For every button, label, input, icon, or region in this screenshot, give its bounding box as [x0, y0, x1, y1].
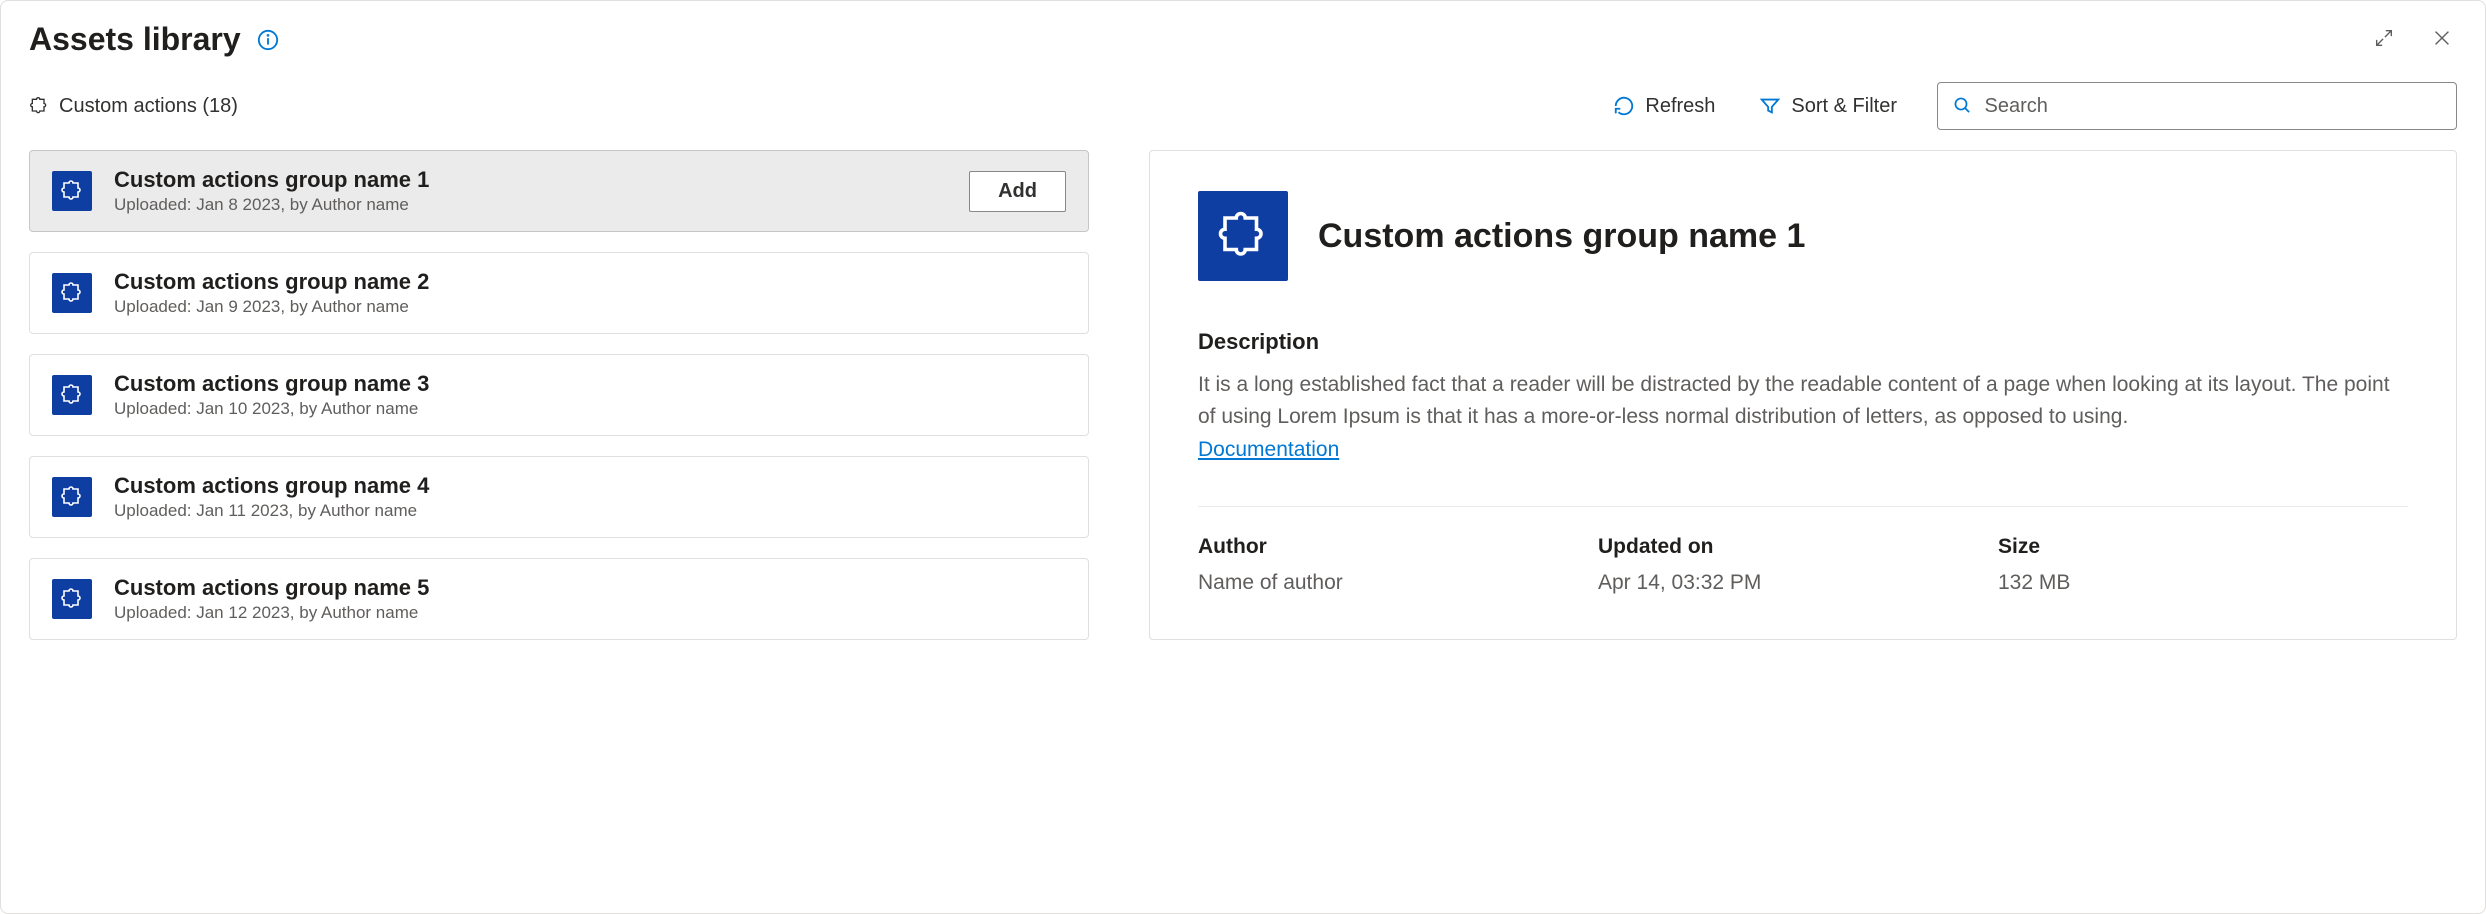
list-item-title: Custom actions group name 3: [114, 371, 1066, 397]
expand-button[interactable]: [2369, 23, 2399, 56]
list-item-title: Custom actions group name 4: [114, 473, 1066, 499]
detail-panel: Custom actions group name 1 Description …: [1149, 150, 2457, 640]
list-item[interactable]: Custom actions group name 2Uploaded: Jan…: [29, 252, 1089, 334]
search-icon: [1952, 95, 1973, 117]
divider: [1198, 506, 2408, 507]
list-item-title: Custom actions group name 1: [114, 167, 947, 193]
detail-title: Custom actions group name 1: [1318, 217, 1805, 256]
tab-custom-actions[interactable]: Custom actions (18): [59, 95, 238, 118]
list-item[interactable]: Custom actions group name 5Uploaded: Jan…: [29, 558, 1089, 640]
documentation-link[interactable]: Documentation: [1198, 438, 1339, 461]
list-item-subtitle: Uploaded: Jan 9 2023, by Author name: [114, 297, 1066, 317]
close-icon: [2431, 27, 2453, 52]
updated-label: Updated on: [1598, 535, 1998, 559]
list-item-subtitle: Uploaded: Jan 8 2023, by Author name: [114, 195, 947, 215]
search-box[interactable]: [1937, 82, 2457, 130]
list-item-subtitle: Uploaded: Jan 11 2023, by Author name: [114, 501, 1066, 521]
puzzle-icon: [52, 375, 92, 415]
list-item-title: Custom actions group name 5: [114, 575, 1066, 601]
sort-filter-button[interactable]: Sort & Filter: [1755, 89, 1901, 124]
puzzle-icon: [29, 96, 49, 116]
info-icon[interactable]: [257, 29, 279, 51]
puzzle-icon: [1198, 191, 1288, 281]
author-value: Name of author: [1198, 571, 1598, 595]
size-label: Size: [1998, 535, 2398, 559]
puzzle-icon: [52, 273, 92, 313]
refresh-label: Refresh: [1645, 95, 1715, 118]
add-button[interactable]: Add: [969, 171, 1066, 212]
size-value: 132 MB: [1998, 571, 2398, 595]
list-item-subtitle: Uploaded: Jan 12 2023, by Author name: [114, 603, 1066, 623]
sort-filter-label: Sort & Filter: [1791, 95, 1897, 118]
updated-value: Apr 14, 03:32 PM: [1598, 571, 1998, 595]
page-title: Assets library: [29, 21, 241, 58]
description-heading: Description: [1198, 329, 2408, 355]
filter-icon: [1759, 95, 1781, 117]
list-item[interactable]: Custom actions group name 1Uploaded: Jan…: [29, 150, 1089, 232]
list-item[interactable]: Custom actions group name 4Uploaded: Jan…: [29, 456, 1089, 538]
expand-icon: [2373, 27, 2395, 52]
close-button[interactable]: [2427, 23, 2457, 56]
puzzle-icon: [52, 579, 92, 619]
puzzle-icon: [52, 171, 92, 211]
list-item-subtitle: Uploaded: Jan 10 2023, by Author name: [114, 399, 1066, 419]
refresh-icon: [1613, 95, 1635, 117]
list-item[interactable]: Custom actions group name 3Uploaded: Jan…: [29, 354, 1089, 436]
search-input[interactable]: [1985, 95, 2442, 118]
refresh-button[interactable]: Refresh: [1609, 89, 1719, 124]
description-text: It is a long established fact that a rea…: [1198, 369, 2408, 432]
puzzle-icon: [52, 477, 92, 517]
author-label: Author: [1198, 535, 1598, 559]
list-item-title: Custom actions group name 2: [114, 269, 1066, 295]
